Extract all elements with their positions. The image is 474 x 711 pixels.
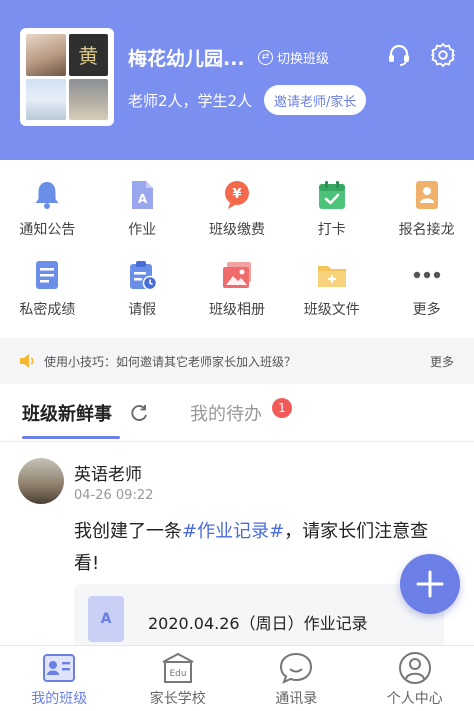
refresh-icon[interactable] [128,402,150,424]
signup-icon [415,181,438,209]
post-author[interactable]: 英语老师 [74,460,142,485]
person-icon [398,652,431,684]
nav-contacts[interactable]: 通讯录 [237,646,356,711]
grid-item-label: 通知公告 [19,222,76,238]
plus-icon [416,570,444,598]
avatar-photo: 黄 [68,34,108,76]
files-icon [317,266,346,287]
gear-icon[interactable] [430,42,456,68]
grid-item-label: 班级相册 [208,302,265,318]
more-icon [413,271,440,279]
grid-item-label: 班级文件 [303,302,360,318]
add-post-button[interactable] [400,554,460,614]
grid-item-notice[interactable]: 通知公告 [0,172,95,252]
class-header: 黄 梅花幼儿园... ⇄ 切换班级 老师2人，学生2人 邀请老师/家长 [0,0,474,160]
post-hashtag[interactable]: #作业记录# [182,521,284,542]
grid-item-label: 私密成绩 [19,302,76,318]
homework-doc-icon: A [88,596,124,642]
grid-item-checkin[interactable]: 打卡 [284,172,379,252]
svg-text:Edu: Edu [169,669,186,679]
function-grid: 通知公告 A 作业 ¥ 班级缴费 打卡 报名接龙 私密成绩 请假 班级相册 班级… [0,172,474,336]
attachment-title: 2020.04.26（周日）作业记录 [148,614,368,633]
grid-item-signup[interactable]: 报名接龙 [379,172,474,252]
grid-item-grades[interactable]: 私密成绩 [0,252,95,332]
bottom-nav: 我的班级 Edu 家长学校 通讯录 个人中心 [0,645,474,711]
album-icon [222,262,251,288]
my-class-icon [43,654,76,682]
grades-icon [36,261,59,289]
post-time: 04-26 09:22 [74,488,154,503]
homework-icon: A [132,181,154,209]
grid-item-homework[interactable]: A 作业 [95,172,190,252]
bell-icon [35,182,59,209]
nav-my-class[interactable]: 我的班级 [0,646,119,711]
nav-label: 通讯录 [275,691,318,707]
nav-parent-school[interactable]: Edu 家长学校 [119,646,238,711]
payment-icon: ¥ [224,181,249,209]
leave-icon [130,261,158,291]
nav-profile[interactable]: 个人中心 [356,646,474,711]
nav-label: 我的班级 [31,691,88,707]
tip-text: 使用小技巧：如何邀请其它老师家长加入班级？ [44,354,297,369]
nav-label: 个人中心 [386,691,443,707]
invite-button[interactable]: 邀请老师/家长 [264,85,367,115]
avatar-photo [26,78,66,120]
class-name[interactable]: 梅花幼儿园... [128,44,245,71]
switch-class-label: 切换班级 [277,52,330,67]
grid-item-label: 请假 [128,302,157,318]
avatar-calligraphy: 黄 [78,44,99,69]
grid-item-label: 打卡 [317,222,346,238]
todo-badge: 1 [272,398,292,418]
grid-item-leave[interactable]: 请假 [95,252,190,332]
grid-item-label: 作业 [128,222,157,238]
grid-item-label: 报名接龙 [398,222,455,238]
tip-bar[interactable]: 使用小技巧：如何邀请其它老师家长加入班级？ 更多 [0,338,474,384]
grid-item-album[interactable]: 班级相册 [190,252,285,332]
feed-tabs: 班级新鲜事 我的待办 1 [0,392,474,442]
post-text-part: 我创建了一条 [74,521,182,542]
chat-bubble-icon [280,652,313,684]
grid-item-payment[interactable]: ¥ 班级缴费 [190,172,285,252]
grid-item-label: 更多 [412,302,441,318]
headset-icon[interactable] [386,42,412,68]
avatar-photo [26,34,66,76]
switch-class-button[interactable]: ⇄ 切换班级 [258,48,329,67]
post-author-avatar[interactable] [18,458,64,504]
tip-more-link[interactable]: 更多 [430,353,454,370]
svg-text:A: A [138,192,148,206]
switch-icon: ⇄ [258,50,273,65]
class-stats: 老师2人，学生2人 [128,92,253,110]
grid-item-files[interactable]: 班级文件 [284,252,379,332]
active-tab-indicator [22,436,120,439]
grid-item-label: 班级缴费 [208,222,265,238]
tab-my-todo[interactable]: 我的待办 [190,400,262,426]
speaker-icon [20,354,34,368]
tab-class-news[interactable]: 班级新鲜事 [22,400,112,426]
post-text: 我创建了一条#作业记录#，请家长们注意查看! [74,516,444,580]
edu-school-icon: Edu [162,652,194,683]
svg-text:¥: ¥ [232,187,241,202]
class-avatar-collage[interactable]: 黄 [20,28,114,126]
nav-label: 家长学校 [149,691,206,707]
post-attachment-card[interactable]: A 2020.04.26（周日）作业记录 [74,584,444,654]
checkin-icon [318,181,345,209]
avatar-photo [68,78,108,120]
grid-item-more[interactable]: 更多 [379,252,474,332]
